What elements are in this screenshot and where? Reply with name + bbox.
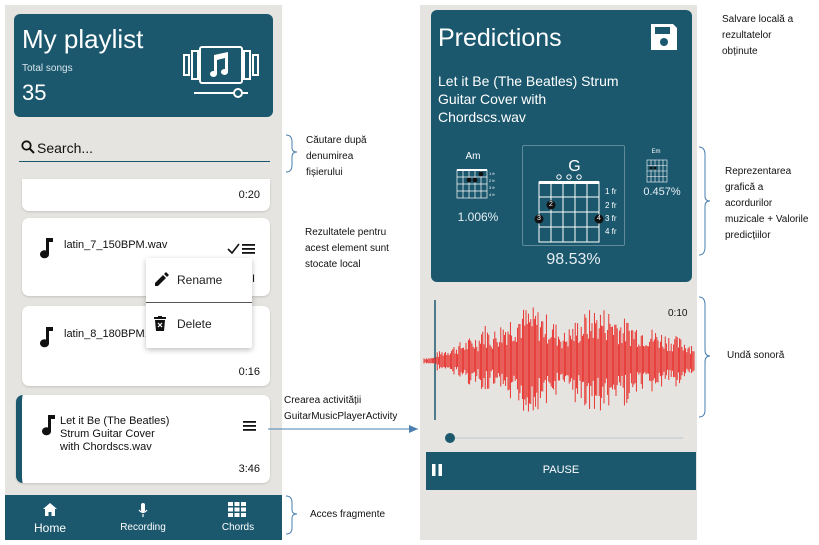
annotation-line: Rezultatele pentru xyxy=(305,227,387,238)
annotation-search: Căutare după denumirea fișierului xyxy=(306,133,367,181)
annotation-line: grafică a xyxy=(725,182,764,193)
annotation-fragments: Acces fragmente xyxy=(310,509,386,520)
annotation-line: rezultatelor xyxy=(722,30,772,41)
annotation-line: Salvare locală a xyxy=(722,14,794,25)
annotation-line: denumirea xyxy=(306,151,354,162)
annotation-wave: Undă sonoră xyxy=(727,350,785,361)
annotation-stored-locally: Rezultatele pentru acest element sunt st… xyxy=(305,225,389,273)
annotation-line: acest element sunt xyxy=(305,243,389,254)
annotation-line: fișierului xyxy=(306,167,343,178)
annotation-line: Căutare după xyxy=(306,135,367,146)
annotation-activity: Crearea activității GuitarMusicPlayerAct… xyxy=(284,393,397,425)
annotation-save: Salvare locală a rezultatelor obținute xyxy=(722,12,793,60)
annotation-line: stocate local xyxy=(305,259,361,270)
annotation-line: Crearea activității xyxy=(284,395,362,406)
annotation-line: GuitarMusicPlayerActivity xyxy=(284,411,398,422)
annotation-brackets xyxy=(268,134,711,535)
annotation-line: obținute xyxy=(722,46,758,57)
annotation-chords: Reprezentarea grafică a acordurilor muzi… xyxy=(725,164,808,244)
annotation-line: Reprezentarea xyxy=(725,166,792,177)
annotation-line: acordurilor xyxy=(725,198,773,209)
annotation-line: predicțiilor xyxy=(725,230,771,241)
annotation-line: muzicale + Valorile xyxy=(725,214,809,225)
